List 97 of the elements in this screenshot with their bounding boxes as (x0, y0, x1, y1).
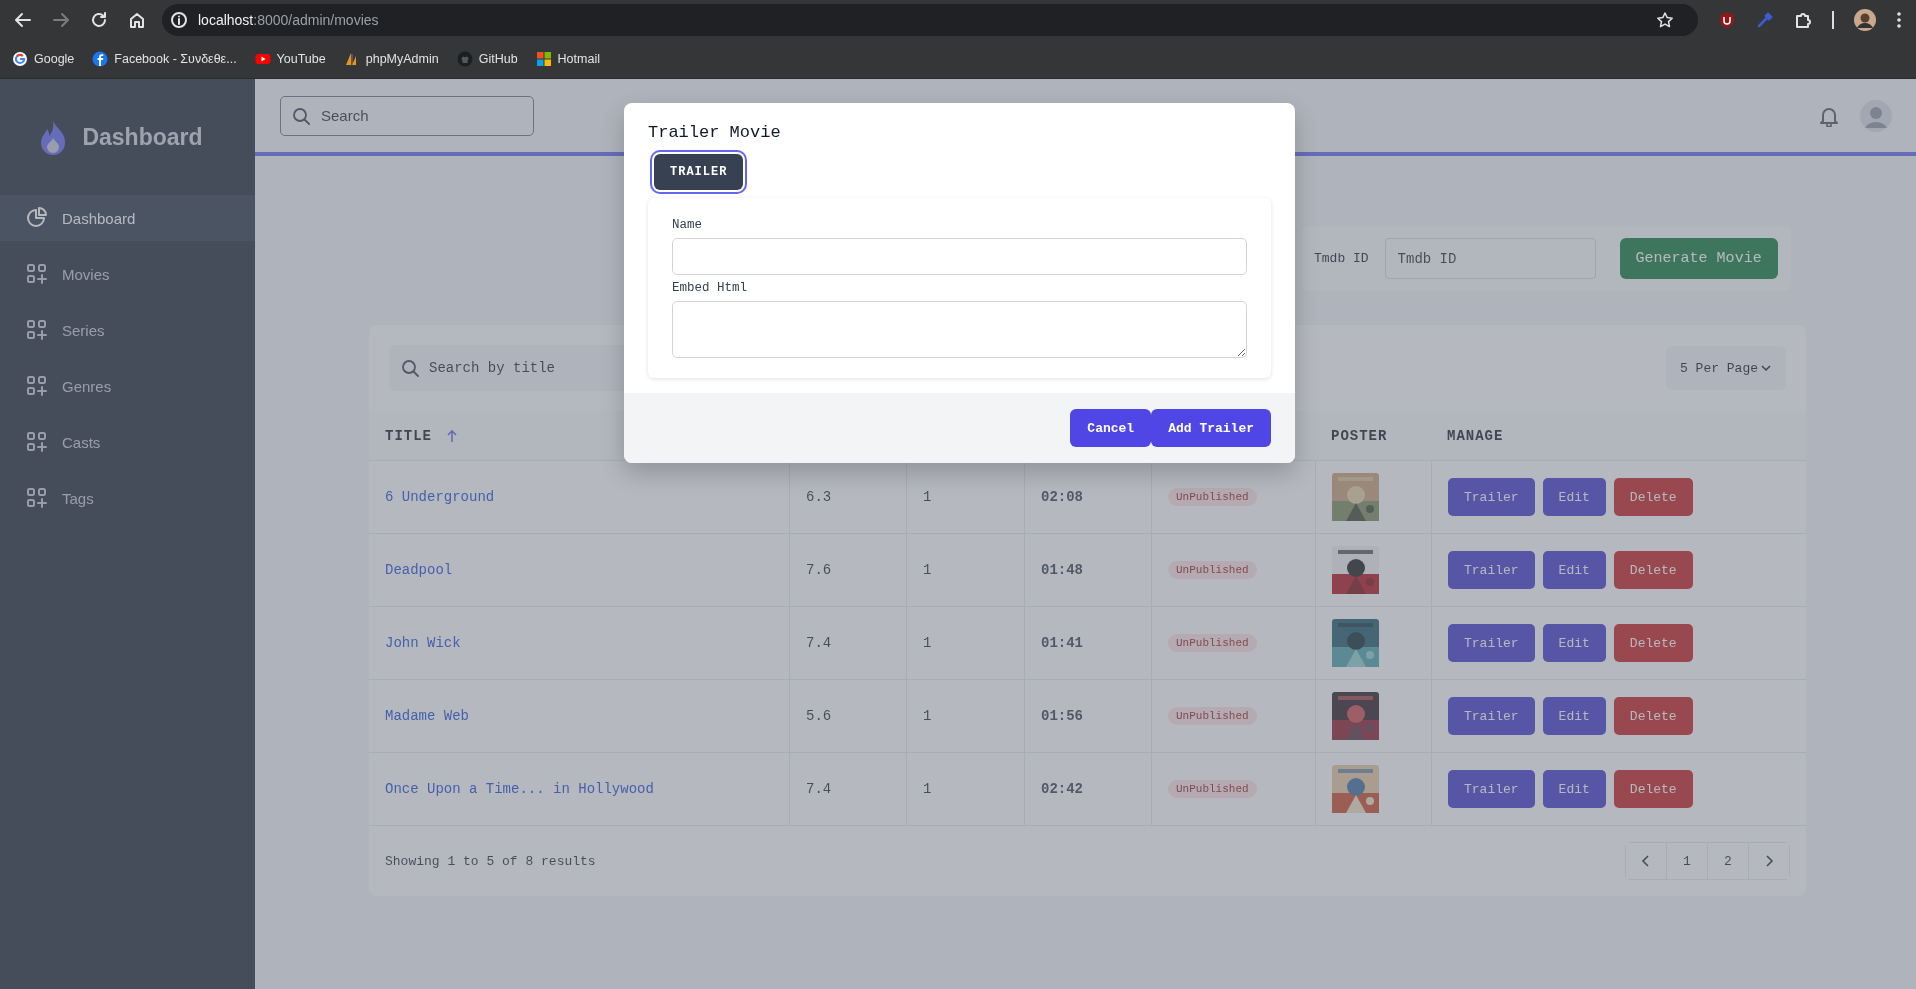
reload-icon[interactable] (90, 11, 108, 29)
duration-text: 01:41 (1041, 635, 1083, 651)
embed-html-field[interactable] (672, 301, 1247, 358)
dialog-button[interactable]: Add Trailer (1151, 409, 1271, 447)
field-label: Tmdb ID (1314, 251, 1369, 266)
column-header: TITLE (385, 427, 432, 444)
rating-text: 6.3 (806, 489, 832, 505)
search-field[interactable]: Search (280, 95, 534, 136)
bookmark[interactable]: Facebook - Συνδεθε... (114, 52, 237, 66)
bookmark[interactable]: Google (34, 52, 75, 66)
address-bar[interactable]: localhost:8000/admin/movies (162, 4, 1698, 36)
table-cell-text: 1 (923, 781, 932, 797)
info-icon[interactable] (170, 11, 188, 29)
brand-name: Dashboard (82, 123, 203, 151)
action-button[interactable]: Trailer (1448, 478, 1535, 516)
rating-text: 7.4 (806, 781, 832, 797)
star-icon[interactable] (1656, 11, 1674, 29)
table-cell-text: 1 (923, 708, 932, 724)
table-cell-text: 1 (923, 489, 932, 505)
bookmark[interactable]: YouTube (276, 52, 326, 66)
action-button[interactable]: Edit (1542, 624, 1606, 662)
grid-plus-icon (26, 431, 48, 453)
status-badge: UnPublished (1168, 707, 1257, 725)
action-button[interactable]: Delete (1613, 551, 1693, 589)
action-button[interactable]: Edit (1542, 478, 1606, 516)
duration-text: 01:48 (1041, 562, 1083, 578)
grid-plus-icon (26, 319, 48, 341)
action-button[interactable]: Delete (1613, 770, 1693, 808)
chevron-right-icon[interactable] (1764, 855, 1774, 867)
chevron-left-icon[interactable] (1641, 855, 1651, 867)
sidebar-item[interactable]: Dashboard (0, 195, 255, 241)
grid-plus-icon (26, 263, 48, 285)
dialog-button[interactable]: Cancel (1070, 409, 1152, 447)
four-squares-logo-icon (535, 51, 552, 67)
sidebar-item[interactable]: Movies (0, 251, 255, 297)
grid-plus-icon (26, 487, 48, 509)
status-badge: UnPublished (1168, 634, 1257, 652)
menu-icon[interactable] (1896, 11, 1902, 29)
shield-icon[interactable] (1718, 11, 1736, 29)
name-field[interactable] (672, 238, 1247, 275)
home-icon[interactable] (128, 11, 146, 29)
action-button[interactable]: Trailer (1448, 624, 1535, 662)
bookmark[interactable]: GitHub (478, 52, 518, 66)
status-badge: UnPublished (1168, 488, 1257, 506)
action-button[interactable]: Edit (1542, 770, 1606, 808)
action-button[interactable]: Delete (1613, 624, 1693, 662)
g-logo-icon (12, 51, 28, 67)
rating-text: 7.4 (806, 635, 832, 651)
search-icon (292, 106, 310, 125)
chevron-down-icon (1760, 362, 1772, 374)
action-button[interactable]: Delete (1613, 697, 1693, 735)
back-icon[interactable] (14, 11, 32, 29)
field-label: Embed Html (672, 281, 748, 295)
f-logo-icon (92, 51, 109, 67)
action-button[interactable]: Trailer (1448, 697, 1535, 735)
duration-text: 02:08 (1041, 489, 1083, 505)
field-label: Name (672, 218, 703, 232)
grid-plus-icon (26, 375, 48, 397)
table-cell-text: 1 (923, 635, 932, 651)
action-button[interactable]: Trailer (1448, 551, 1535, 589)
status-badge: UnPublished (1168, 780, 1257, 798)
puzzle-icon[interactable] (1794, 11, 1812, 29)
sidebar-item[interactable]: Genres (0, 363, 255, 409)
column-header: MANAGE (1447, 427, 1504, 444)
bookmark[interactable]: Hotmail (557, 52, 600, 66)
results-summary: Showing 1 to 5 of 8 results (385, 853, 596, 869)
pie-chart-icon (26, 207, 48, 229)
play-logo-icon (254, 51, 271, 67)
sidebar-item[interactable]: Casts (0, 419, 255, 465)
movie-title-link[interactable]: Deadpool (385, 562, 453, 578)
movie-title-link[interactable]: Madame Web (385, 708, 469, 724)
octocat-logo-icon (456, 51, 473, 67)
url-path: :8000/admin/movies (253, 12, 379, 28)
action-button[interactable]: Delete (1613, 478, 1693, 516)
status-badge: UnPublished (1168, 561, 1257, 579)
action-button[interactable]: Trailer (1448, 770, 1535, 808)
table-cell-text: 1 (923, 562, 932, 578)
forward-icon[interactable] (52, 11, 70, 29)
action-button[interactable]: Edit (1542, 697, 1606, 735)
tmdb-id-field[interactable]: Tmdb ID (1384, 238, 1596, 279)
bookmark[interactable]: phpMyAdmin (365, 52, 439, 66)
sidebar-item[interactable]: Tags (0, 475, 255, 521)
movie-title-link[interactable]: John Wick (385, 635, 461, 651)
rating-text: 5.6 (806, 708, 832, 724)
sidebar-item[interactable]: Series (0, 307, 255, 353)
url-host: localhost (198, 12, 254, 28)
duration-text: 02:42 (1041, 781, 1083, 797)
generate-movie-button[interactable]: Generate Movie (1619, 238, 1778, 279)
per-page-dropdown[interactable]: 5 Per Page (1666, 346, 1786, 390)
duration-text: 01:56 (1041, 708, 1083, 724)
action-button[interactable]: Edit (1542, 551, 1606, 589)
dialog-title: Trailer Movie (648, 123, 782, 142)
rating-text: 7.6 (806, 562, 832, 578)
column-header: POSTER (1331, 427, 1388, 444)
movie-title-link[interactable]: 6 Underground (385, 489, 495, 505)
movie-title-link[interactable]: Once Upon a Time... in Hollywood (385, 781, 654, 797)
profile-avatar-icon[interactable] (1854, 9, 1876, 31)
